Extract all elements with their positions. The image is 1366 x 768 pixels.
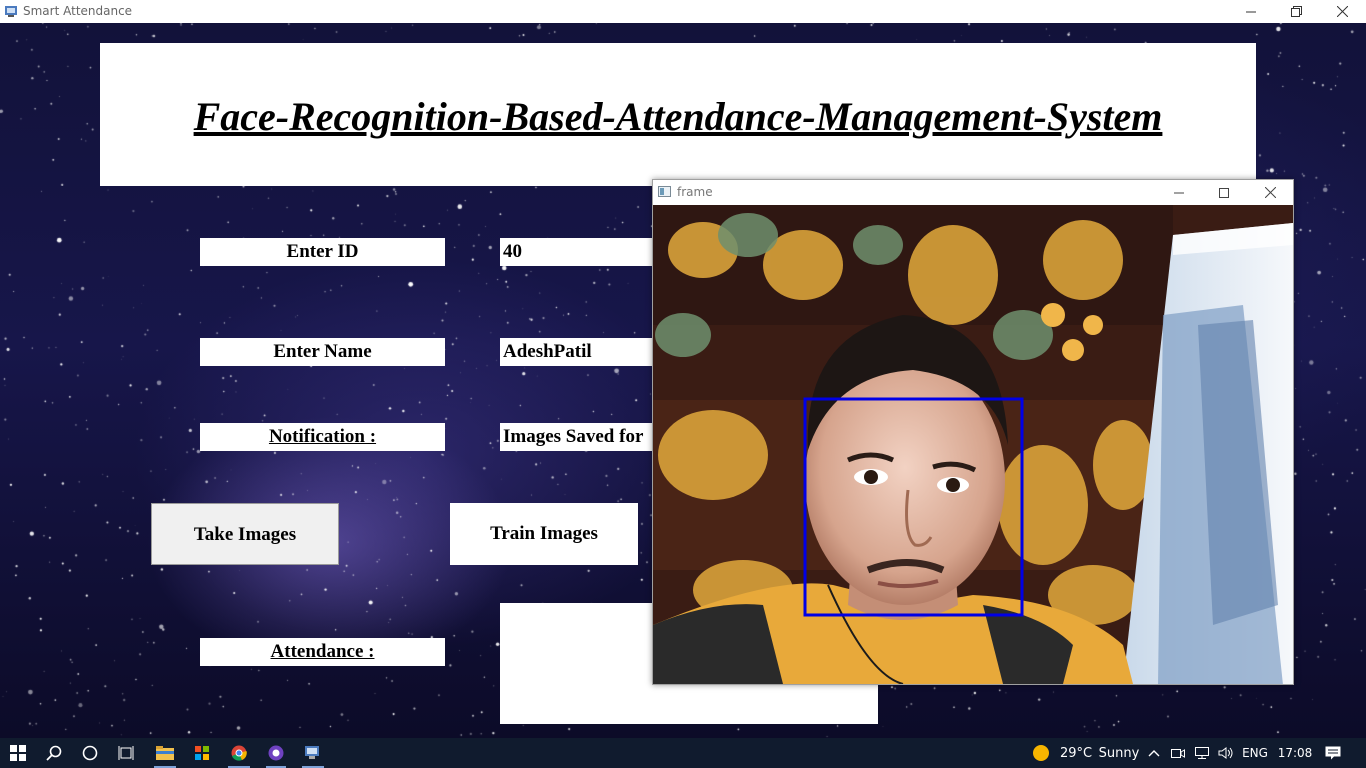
github-desktop-icon xyxy=(268,745,284,761)
app-icon xyxy=(5,6,17,17)
header-panel: Face-Recognition-Based-Attendance-Manage… xyxy=(100,43,1256,186)
frame-maximize-button[interactable] xyxy=(1201,180,1247,205)
weather-text: Sunny xyxy=(1098,745,1140,761)
restore-icon xyxy=(1290,6,1302,17)
notification-icon xyxy=(1325,746,1341,760)
store-icon xyxy=(195,746,209,760)
weather-temp: 29°C xyxy=(1059,745,1093,761)
maximize-button[interactable] xyxy=(1273,0,1319,23)
taskbar-chrome[interactable] xyxy=(220,738,258,768)
search-button[interactable] xyxy=(36,738,72,768)
chevron-up-icon xyxy=(1148,750,1160,757)
action-center-button[interactable] xyxy=(1318,738,1348,768)
sun-icon xyxy=(1033,745,1049,761)
taskbar: 29°C Sunny ENG 17:08 xyxy=(0,738,1366,768)
frame-minimize-button[interactable] xyxy=(1156,180,1202,205)
search-icon xyxy=(46,745,62,761)
volume-button[interactable] xyxy=(1216,738,1236,768)
taskbar-file-explorer[interactable] xyxy=(146,738,184,768)
train-images-button[interactable]: Train Images xyxy=(450,503,638,565)
maximize-icon xyxy=(1219,187,1229,198)
task-view-icon xyxy=(118,746,134,760)
taskbar-smart-attendance[interactable] xyxy=(294,738,332,768)
taskbar-store[interactable] xyxy=(184,738,220,768)
take-images-button[interactable]: Take Images xyxy=(151,503,339,565)
show-hidden-icons-button[interactable] xyxy=(1145,738,1163,768)
meet-now-button[interactable] xyxy=(1168,738,1188,768)
frame-close-button[interactable] xyxy=(1247,180,1293,205)
network-icon xyxy=(1195,747,1209,759)
attendance-label: Attendance : xyxy=(200,638,445,666)
main-window-titlebar: Smart Attendance xyxy=(0,0,1366,24)
task-view-button[interactable] xyxy=(108,738,144,768)
minimize-icon xyxy=(1246,11,1256,12)
notification-label: Notification : xyxy=(200,423,445,451)
chrome-icon xyxy=(231,745,247,761)
camera-feed xyxy=(653,205,1293,684)
minimize-button[interactable] xyxy=(1228,0,1274,23)
close-icon xyxy=(1336,6,1348,17)
camera-icon xyxy=(1171,749,1185,758)
close-button[interactable] xyxy=(1319,0,1365,23)
network-button[interactable] xyxy=(1192,738,1214,768)
speaker-icon xyxy=(1218,747,1233,759)
weather-icon-button[interactable] xyxy=(1030,738,1052,768)
name-input[interactable] xyxy=(500,338,660,366)
clock[interactable]: 17:08 xyxy=(1276,738,1314,768)
start-button[interactable] xyxy=(0,738,36,768)
windows-start-icon xyxy=(10,745,26,761)
page-title: Face-Recognition-Based-Attendance-Manage… xyxy=(193,94,1163,139)
notification-message: Images Saved for xyxy=(500,423,660,451)
cortana-circle-icon xyxy=(82,745,98,761)
enter-id-label: Enter ID xyxy=(200,238,445,266)
language-indicator[interactable]: ENG xyxy=(1238,738,1272,768)
frame-title: frame xyxy=(677,185,713,199)
webcam-image xyxy=(653,205,1293,684)
close-icon xyxy=(1264,187,1276,198)
window-title: Smart Attendance xyxy=(23,4,133,18)
taskbar-github[interactable] xyxy=(258,738,294,768)
frame-window-icon xyxy=(658,186,671,197)
cortana-button[interactable] xyxy=(72,738,108,768)
frame-titlebar[interactable]: frame xyxy=(653,180,1293,205)
id-input[interactable] xyxy=(500,238,660,266)
frame-window[interactable]: frame xyxy=(652,179,1294,685)
enter-name-label: Enter Name xyxy=(200,338,445,366)
minimize-icon xyxy=(1174,192,1184,193)
python-app-icon xyxy=(305,746,319,759)
folder-icon xyxy=(156,746,174,760)
